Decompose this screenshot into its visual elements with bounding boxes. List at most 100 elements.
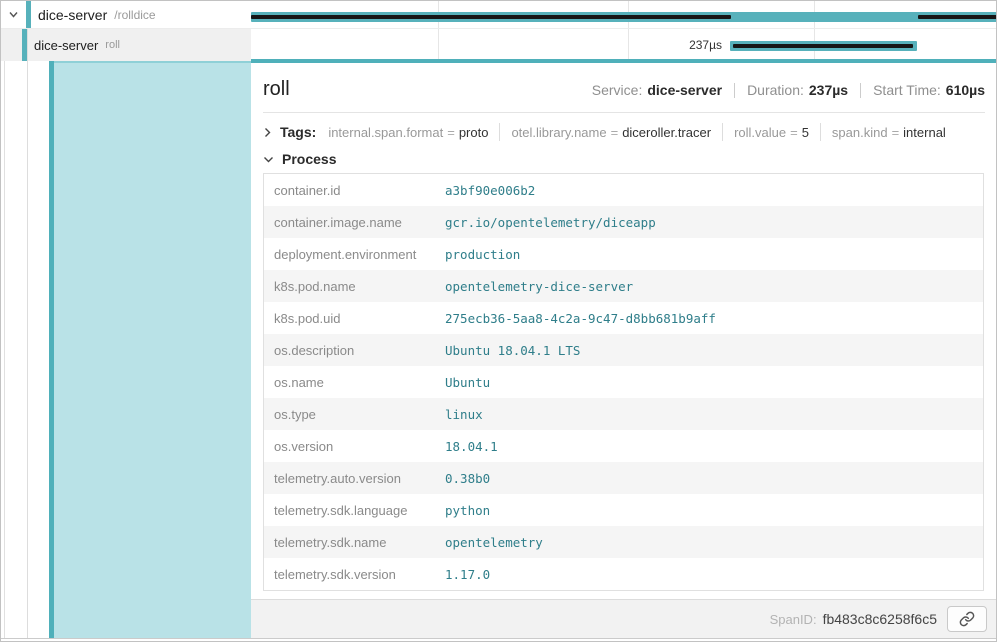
- tag-value: internal: [903, 125, 946, 140]
- tag-item: roll.value = 5: [734, 125, 809, 140]
- kv-value: 1.17.0: [444, 567, 983, 582]
- chevron-right-icon[interactable]: [263, 127, 272, 138]
- tag-equals: =: [892, 125, 900, 140]
- span-row-rolldice[interactable]: dice-server /rolldice: [1, 1, 251, 29]
- span-self-time-segment: [251, 15, 731, 19]
- timeline-row-divider: [251, 28, 997, 29]
- timeline-gridline: [628, 1, 629, 61]
- table-row: deployment.environmentproduction: [264, 238, 983, 270]
- table-row: telemetry.sdk.version1.17.0: [264, 558, 983, 590]
- spanid-value: fb483c8c6258f6c5: [823, 611, 937, 627]
- span-detail-footer: SpanID: fb483c8c6258f6c5: [251, 599, 997, 638]
- process-kv-table: container.ida3bf90e006b2 container.image…: [263, 173, 984, 591]
- tree-guide-line: [27, 29, 28, 61]
- start-time-label: Start Time:: [873, 82, 941, 98]
- kv-key: telemetry.sdk.name: [264, 535, 444, 550]
- tags-label[interactable]: Tags:: [280, 124, 316, 140]
- table-row: telemetry.sdk.languagepython: [264, 494, 983, 526]
- tags-section[interactable]: Tags: internal.span.format = proto otel.li…: [263, 113, 986, 149]
- span-summary: Service: dice-server Duration: 237µs Sta…: [592, 82, 985, 98]
- table-row: telemetry.auto.version0.38b0: [264, 462, 983, 494]
- span-self-time-segment: [733, 44, 913, 48]
- kv-key: telemetry.auto.version: [264, 471, 444, 486]
- tag-key: span.kind: [832, 125, 888, 140]
- service-name: dice-server: [38, 7, 107, 23]
- table-row: telemetry.sdk.nameopentelemetry: [264, 526, 983, 558]
- spanid-label: SpanID:: [770, 612, 817, 627]
- span-duration-label: 237µs: [634, 38, 722, 52]
- kv-key: os.name: [264, 375, 444, 390]
- trace-timeline: 237µs: [251, 1, 997, 61]
- kv-value: opentelemetry: [444, 535, 983, 550]
- summary-divider: [734, 83, 735, 98]
- tree-guide-line: [4, 61, 5, 638]
- process-label[interactable]: Process: [282, 151, 336, 167]
- table-row: k8s.pod.nameopentelemetry-dice-server: [264, 270, 983, 302]
- jaeger-trace-detail-view: dice-server /rolldice dice-server roll 2…: [0, 0, 997, 642]
- span-bar-rolldice[interactable]: [251, 12, 997, 22]
- service-value: dice-server: [647, 82, 722, 98]
- kv-value: a3bf90e006b2: [444, 183, 983, 198]
- tag-item: internal.span.format = proto: [328, 125, 488, 140]
- span-bar-roll[interactable]: [730, 41, 917, 51]
- selected-span-fill: [1, 61, 251, 638]
- table-row: k8s.pod.uid275ecb36-5aa8-4c2a-9c47-d8bb6…: [264, 302, 983, 334]
- kv-value: production: [444, 247, 983, 262]
- span-self-time-segment: [918, 15, 997, 19]
- kv-key: k8s.pod.uid: [264, 311, 444, 326]
- selected-span-background: [54, 61, 251, 638]
- table-row: container.image.namegcr.io/opentelemetry…: [264, 206, 983, 238]
- kv-value: gcr.io/opentelemetry/diceapp: [444, 215, 983, 230]
- kv-value: 275ecb36-5aa8-4c2a-9c47-d8bb681b9aff: [444, 311, 983, 326]
- service-label: Service:: [592, 82, 643, 98]
- timeline-gridline: [438, 1, 439, 61]
- bottom-border: [1, 638, 996, 639]
- kv-key: telemetry.sdk.language: [264, 503, 444, 518]
- summary-divider: [860, 83, 861, 98]
- span-detail-panel: roll Service: dice-server Duration: 237µ…: [251, 63, 997, 638]
- kv-key: os.type: [264, 407, 444, 422]
- table-row: os.version18.04.1: [264, 430, 983, 462]
- kv-key: container.id: [264, 183, 444, 198]
- service-color-bar: [26, 1, 31, 28]
- collapse-chevron-icon[interactable]: [8, 9, 20, 20]
- tag-divider: [499, 123, 500, 141]
- kv-key: deployment.environment: [264, 247, 444, 262]
- tag-item: otel.library.name=diceroller.tracer: [511, 125, 711, 140]
- timeline-gridline: [814, 1, 815, 61]
- start-time-value: 610µs: [946, 82, 985, 98]
- tag-equals: =: [447, 125, 455, 140]
- kv-value: python: [444, 503, 983, 518]
- process-section-header[interactable]: Process: [263, 151, 986, 167]
- tag-equals: =: [611, 125, 619, 140]
- deep-link-button[interactable]: [947, 606, 987, 632]
- tag-divider: [820, 123, 821, 141]
- duration-value: 237µs: [809, 82, 848, 98]
- kv-key: os.version: [264, 439, 444, 454]
- table-row: os.nameUbuntu: [264, 366, 983, 398]
- operation-name: roll: [105, 39, 120, 51]
- kv-value: linux: [444, 407, 983, 422]
- kv-key: container.image.name: [264, 215, 444, 230]
- kv-value: 0.38b0: [444, 471, 983, 486]
- service-name: dice-server: [34, 38, 98, 53]
- tag-divider: [722, 123, 723, 141]
- tag-key: roll.value: [734, 125, 786, 140]
- tag-item: span.kind =internal: [832, 125, 946, 140]
- kv-value: Ubuntu: [444, 375, 983, 390]
- span-row-roll-selected[interactable]: dice-server roll: [1, 29, 251, 61]
- kv-key: telemetry.sdk.version: [264, 567, 444, 582]
- tag-value: proto: [459, 125, 489, 140]
- kv-key: os.description: [264, 343, 444, 358]
- kv-key: k8s.pod.name: [264, 279, 444, 294]
- kv-value: 18.04.1: [444, 439, 983, 454]
- tag-equals: =: [790, 125, 798, 140]
- tree-guide-line: [27, 61, 28, 638]
- tag-key: internal.span.format: [328, 125, 443, 140]
- span-detail-header: roll Service: dice-server Duration: 237µ…: [263, 63, 985, 113]
- tag-key: otel.library.name: [511, 125, 606, 140]
- kv-value: opentelemetry-dice-server: [444, 279, 983, 294]
- tag-value: 5: [802, 125, 809, 140]
- link-icon: [959, 611, 975, 627]
- chevron-down-icon[interactable]: [263, 155, 274, 164]
